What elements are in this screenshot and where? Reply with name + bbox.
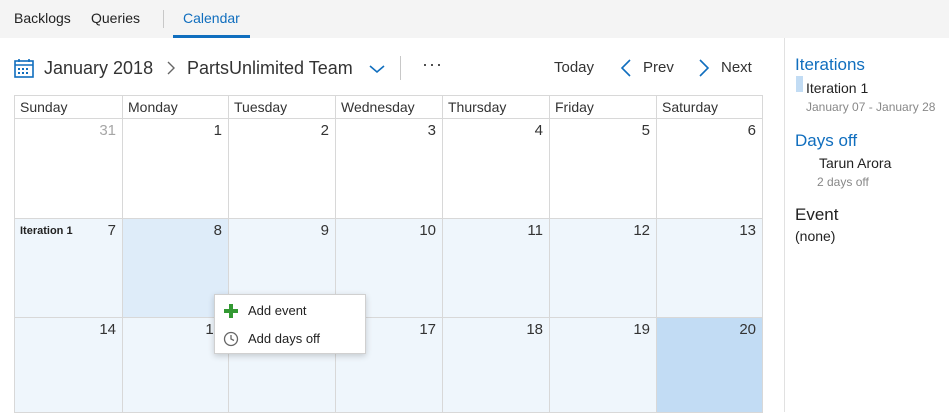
prev-button[interactable]: Prev [643,59,674,77]
context-menu: Add event Add days off [214,294,366,354]
day-cell[interactable]: 6 [657,119,763,219]
day-number: 2 [320,122,329,139]
add-days-off-label: Add days off [248,331,321,346]
calendar-icon [14,59,34,78]
details-side-panel: Iterations Iteration 1 January 07 - Janu… [784,38,949,412]
days-off-heading: Days off [795,131,858,150]
day-cell[interactable]: 2 [229,119,336,219]
dow-tuesday: Tuesday [229,96,336,119]
day-cell[interactable]: 31 [15,119,123,219]
day-number: 20 [739,321,756,338]
event-value: (none) [795,228,836,244]
add-event-menu-item[interactable]: Add event [215,296,365,324]
dow-wednesday: Wednesday [336,96,443,119]
day-number: 1 [213,122,222,139]
team-dropdown-chevron-down-icon[interactable] [369,64,385,74]
clock-icon [223,331,239,347]
day-number: 10 [419,222,436,239]
day-cell[interactable]: 13 [657,219,763,318]
day-number: 11 [527,222,543,239]
add-event-label: Add event [248,303,307,318]
tab-backlogs[interactable]: Backlogs [14,0,71,38]
chevron-right-icon[interactable] [698,58,710,78]
day-cell[interactable]: 5 [550,119,657,219]
day-number: 18 [526,321,543,338]
day-number: 4 [534,122,543,139]
iteration-label[interactable]: Iteration 1 [20,225,73,237]
day-number: 13 [739,222,756,239]
day-cell[interactable]: 12 [550,219,657,318]
day-cell[interactable]: 19 [550,318,657,413]
day-number: 3 [427,122,436,139]
dow-friday: Friday [550,96,657,119]
iterations-heading: Iterations [795,55,865,74]
next-button[interactable]: Next [721,59,752,77]
iteration-dates: January 07 - January 28 [806,100,936,114]
day-cell-today[interactable]: 20 [657,318,763,413]
day-cell[interactable]: 1 [123,119,229,219]
dow-sunday: Sunday [15,96,123,119]
dow-saturday: Saturday [657,96,763,119]
breadcrumb-chevron-icon [167,61,175,75]
chevron-left-icon[interactable] [620,58,632,78]
day-number: 31 [99,122,116,139]
day-number: 5 [641,122,650,139]
days-of-week-header: Sunday Monday Tuesday Wednesday Thursday… [15,96,763,119]
day-number: 9 [320,222,329,239]
month-title: January 2018 [44,58,154,78]
calendar-grid: Sunday Monday Tuesday Wednesday Thursday… [14,95,763,413]
day-number: 6 [747,122,756,139]
more-actions-button[interactable]: ··· [422,54,443,75]
day-number: 19 [633,321,650,338]
dow-thursday: Thursday [443,96,550,119]
tab-queries[interactable]: Queries [91,0,140,38]
day-cell[interactable]: 3 [336,119,443,219]
day-number: 17 [419,321,436,338]
days-off-count: 2 days off [817,175,869,189]
day-cell[interactable]: 11 [443,219,550,318]
iteration-color-swatch [796,76,803,92]
day-cell[interactable]: 18 [443,318,550,413]
day-number: 8 [213,222,222,239]
event-heading: Event [795,205,839,224]
day-cell[interactable]: Iteration 1 7 [15,219,123,318]
add-days-off-menu-item[interactable]: Add days off [215,324,365,352]
active-tab-underline [173,35,250,38]
today-button[interactable]: Today [554,59,594,77]
tab-bar: Backlogs Queries Calendar [0,0,949,38]
iteration-name[interactable]: Iteration 1 [806,80,868,96]
tab-calendar[interactable]: Calendar [183,0,240,38]
day-cell[interactable]: 4 [443,119,550,219]
day-number: 12 [633,222,650,239]
day-cell[interactable]: 14 [15,318,123,413]
dow-monday: Monday [123,96,229,119]
plus-icon [224,304,238,318]
day-number: 14 [99,321,116,338]
team-selector[interactable]: PartsUnlimited Team [187,56,353,80]
header-separator [400,56,401,80]
day-number: 7 [107,222,116,239]
tab-separator [163,10,164,28]
days-off-person[interactable]: Tarun Arora [819,155,891,171]
